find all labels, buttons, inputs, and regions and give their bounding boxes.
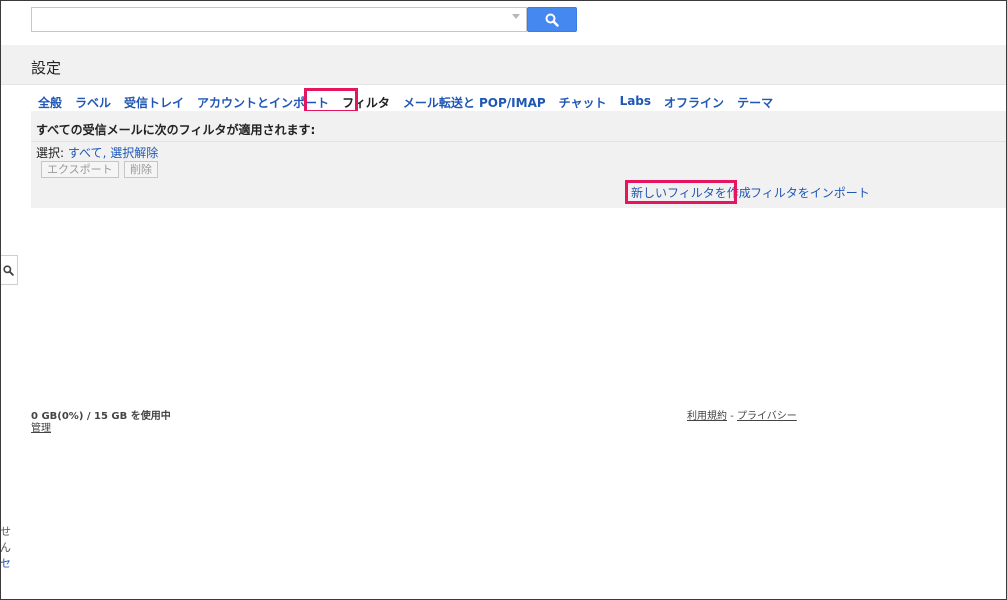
tab-offline[interactable]: オフライン <box>664 94 724 111</box>
search-button[interactable] <box>527 7 577 32</box>
select-row: 選択: すべて, 選択解除 <box>36 144 158 161</box>
side-partial-text: せん セ <box>0 524 16 572</box>
import-filter-link[interactable]: フィルタをインポート <box>750 184 870 201</box>
privacy-link[interactable]: プライバシー <box>737 411 797 422</box>
storage-usage: 0 GB(0%) / 15 GB を使用中 <box>31 411 171 422</box>
tab-forwarding-pop-imap[interactable]: メール転送と POP/IMAP <box>403 94 546 111</box>
tab-inbox[interactable]: 受信トレイ <box>124 94 184 111</box>
tab-general[interactable]: 全般 <box>38 94 62 111</box>
select-none-link[interactable]: 選択解除 <box>110 146 158 160</box>
filters-heading: すべての受信メールに次のフィルタが適用されます: <box>36 123 316 137</box>
search-input[interactable] <box>31 7 527 32</box>
footer-links: 利用規約 - プライバシー <box>687 407 797 422</box>
search-icon <box>545 13 559 27</box>
side-partial-line1: せん <box>0 525 11 554</box>
search-icon <box>3 264 14 276</box>
search-options-chevron-icon[interactable] <box>512 14 520 19</box>
export-button[interactable]: エクスポート <box>41 161 119 178</box>
terms-link[interactable]: 利用規約 <box>687 411 727 422</box>
manage-storage-link[interactable]: 管理 <box>31 419 51 434</box>
tab-labels[interactable]: ラベル <box>75 94 111 111</box>
settings-header <box>1 45 1006 85</box>
window-frame <box>0 0 1007 600</box>
panel-divider <box>31 141 1007 142</box>
footer-separator: - <box>730 411 734 422</box>
side-partial-line2[interactable]: セ <box>0 556 16 572</box>
page-title: 設定 <box>31 59 62 77</box>
side-search-button[interactable] <box>0 255 18 285</box>
tab-accounts-import[interactable]: アカウントとインポート <box>197 94 329 111</box>
select-label: 選択: <box>36 146 65 160</box>
tab-labs[interactable]: Labs <box>620 94 651 111</box>
create-filter-link[interactable]: 新しいフィルタを作成 <box>631 184 751 201</box>
tab-themes[interactable]: テーマ <box>737 94 773 111</box>
settings-tabs: 全般 ラベル 受信トレイ アカウントとインポート フィルタ メール転送と POP… <box>38 94 786 111</box>
tab-chat[interactable]: チャット <box>559 94 607 111</box>
tab-filters[interactable]: フィルタ <box>342 94 390 111</box>
select-separator: , <box>102 146 107 160</box>
delete-button[interactable]: 削除 <box>124 161 158 178</box>
select-all-link[interactable]: すべて <box>68 146 103 160</box>
